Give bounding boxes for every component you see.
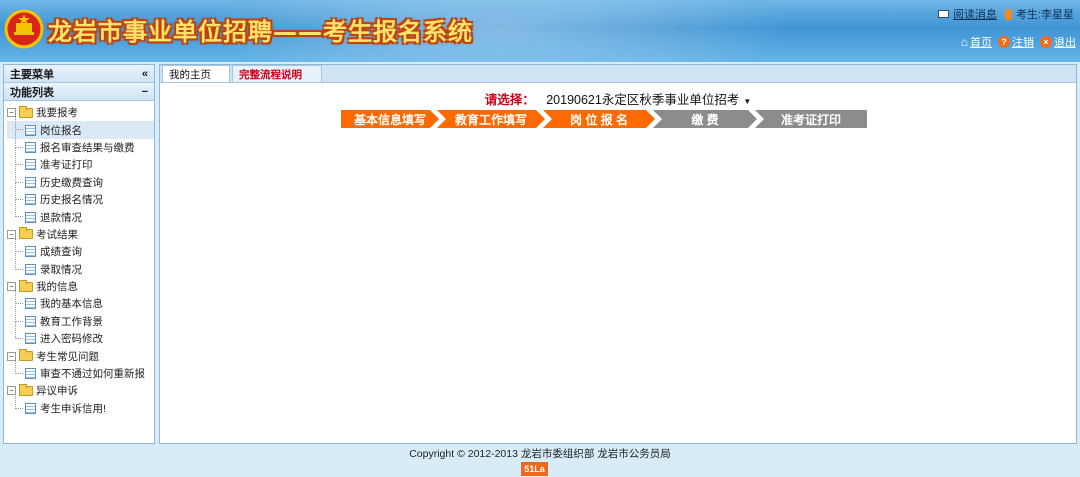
chevron-down-icon: ▼ [743, 97, 752, 106]
tree-item-basic-info[interactable]: 我的基本信息 [7, 287, 154, 312]
exit-icon: × [1040, 36, 1052, 48]
step-basic-info[interactable]: 基本信息填写 [341, 110, 439, 128]
main-menu-title: 主要菜单 [10, 68, 54, 81]
tree-group-appeal[interactable]: − 异议申诉 [7, 382, 154, 399]
tree-group-label: 考试结果 [36, 228, 78, 241]
tree-item-score-query[interactable]: 成绩查询 [7, 234, 154, 260]
page-icon [25, 333, 36, 345]
tree-group-label: 考生常见问题 [36, 350, 99, 363]
tree-item-label: 准考证打印 [40, 159, 93, 172]
page-icon [25, 263, 36, 275]
tree-group-label: 异议申诉 [36, 385, 78, 398]
progress-steps: 基本信息填写 教育工作填写 岗 位 报 名 缴 费 准考证打印 [341, 110, 867, 128]
logout-icon: ? [998, 36, 1010, 48]
folder-icon [19, 349, 33, 362]
page-icon [25, 176, 36, 188]
tree-item-reapply[interactable]: 审查不通过如何重新报 [7, 356, 154, 382]
site-title: 龙岩市事业单位招聘——考生报名系统 [48, 18, 473, 46]
tab-bar: 我的主页 完整流程说明 [160, 65, 1076, 83]
main-panel: 我的主页 完整流程说明 请选择： 20190621永定区秋季事业单位招考 ▼ 基本… [159, 64, 1077, 444]
folder-icon [19, 105, 33, 118]
page-icon [25, 159, 36, 171]
step-position-apply[interactable]: 岗 位 报 名 [543, 110, 655, 128]
tree-item-label: 我的基本信息 [40, 298, 103, 311]
exam-select-label: 请选择： [484, 93, 535, 107]
current-user: 考生:李星星 [1015, 9, 1074, 21]
tree-item-label: 教育工作背景 [40, 315, 103, 328]
tree-group-label: 我的信息 [36, 281, 78, 294]
stats-badge[interactable]: 51La [521, 462, 548, 476]
nav-links: ⌂ 首页 ? 注销 × 退出 [961, 34, 1076, 50]
tree-group-label: 我要报考 [36, 107, 78, 120]
exam-select-row: 请选择： 20190621永定区秋季事业单位招考 ▼ [160, 89, 1076, 108]
tree-item-admission-print[interactable]: 准考证打印 [7, 147, 154, 173]
tree-item-label: 进入密码修改 [40, 333, 103, 346]
function-list-header: 功能列表 − [4, 83, 154, 101]
menu-tree: − 我要报考 岗位报名 报名审查结果与缴费 准考证打印 历史缴费查询 历史报名情况… [4, 101, 154, 417]
tree-item-admission-status[interactable]: 录取情况 [7, 252, 154, 278]
exam-select-value: 20190621永定区秋季事业单位招考 [546, 93, 740, 107]
tree-item-password[interactable]: 进入密码修改 [7, 321, 154, 347]
tree-item-label: 报名审查结果与缴费 [40, 141, 135, 154]
tree-item-position-apply[interactable]: 岗位报名 [7, 113, 154, 139]
collapse-sidebar-button[interactable]: « [142, 68, 148, 80]
tree-item-payment-history[interactable]: 历史缴费查询 [7, 165, 154, 191]
folder-icon [19, 383, 33, 396]
copyright-text: Copyright © 2012-2013 龙岩市委组织部 龙岩市公务员局 [409, 448, 671, 460]
folder-icon [19, 227, 33, 240]
step-admission-print: 准考证打印 [755, 110, 867, 128]
tree-group-results[interactable]: − 考试结果 [7, 226, 154, 243]
home-link[interactable]: 首页 [970, 34, 992, 50]
exit-link[interactable]: 退出 [1054, 34, 1076, 50]
tree-item-label: 审查不通过如何重新报 [40, 368, 145, 381]
page-icon [25, 141, 36, 153]
tree-group-faq[interactable]: − 考生常见问题 [7, 347, 154, 364]
page-icon [25, 246, 36, 258]
tree-item-label: 录取情况 [40, 263, 82, 276]
page-icon [25, 368, 36, 380]
page-icon [25, 124, 36, 136]
function-list-toggle[interactable]: − [142, 86, 148, 98]
tree-item-apply-history[interactable]: 历史报名情况 [7, 182, 154, 208]
folder-icon [19, 279, 33, 292]
user-icon [1004, 8, 1012, 20]
tree-item-label: 历史报名情况 [40, 194, 103, 207]
logout-link[interactable]: 注销 [1012, 34, 1034, 50]
main-menu-header: 主要菜单 « [4, 65, 154, 83]
top-links: 阅读消息 考生:李星星 [937, 6, 1074, 22]
tree-item-label: 历史缴费查询 [40, 176, 103, 189]
step-payment: 缴 费 [653, 110, 757, 128]
page-icon [25, 194, 36, 206]
home-icon: ⌂ [960, 35, 968, 49]
read-message-link[interactable]: 阅读消息 [953, 6, 997, 22]
tree-item-label: 退款情况 [40, 211, 82, 224]
page-icon [25, 211, 36, 223]
header-banner: 龙岩市事业单位招聘——考生报名系统 阅读消息 考生:李星星 ⌂ 首页 ? 注销 … [0, 0, 1080, 62]
step-education[interactable]: 教育工作填写 [437, 110, 545, 128]
tab-process-guide[interactable]: 完整流程说明 [232, 65, 322, 82]
tree-item-refund[interactable]: 退款情况 [7, 200, 154, 225]
sidebar: 主要菜单 « 功能列表 − − 我要报考 岗位报名 报名审查结果与缴费 准考证打印… [3, 64, 155, 444]
tree-item-education[interactable]: 教育工作背景 [7, 304, 154, 330]
tree-group-my-info[interactable]: − 我的信息 [7, 278, 154, 295]
tree-item-review-payment[interactable]: 报名审查结果与缴费 [7, 130, 154, 156]
function-list-title: 功能列表 [10, 86, 54, 99]
tree-item-label: 岗位报名 [40, 124, 82, 137]
mail-icon [937, 10, 949, 18]
tree-item-label: 考生申诉信用! [40, 402, 106, 415]
tree-item-appeal[interactable]: 考生申诉信用! [7, 391, 154, 417]
page-icon [25, 402, 36, 414]
page-icon [25, 298, 36, 310]
tree-group-apply[interactable]: − 我要报考 [7, 104, 154, 121]
page-icon [25, 315, 36, 327]
exam-select[interactable]: 20190621永定区秋季事业单位招考 ▼ [546, 93, 751, 107]
national-emblem-icon [4, 9, 44, 49]
tree-item-label: 成绩查询 [40, 246, 82, 259]
tab-home[interactable]: 我的主页 [162, 65, 230, 82]
